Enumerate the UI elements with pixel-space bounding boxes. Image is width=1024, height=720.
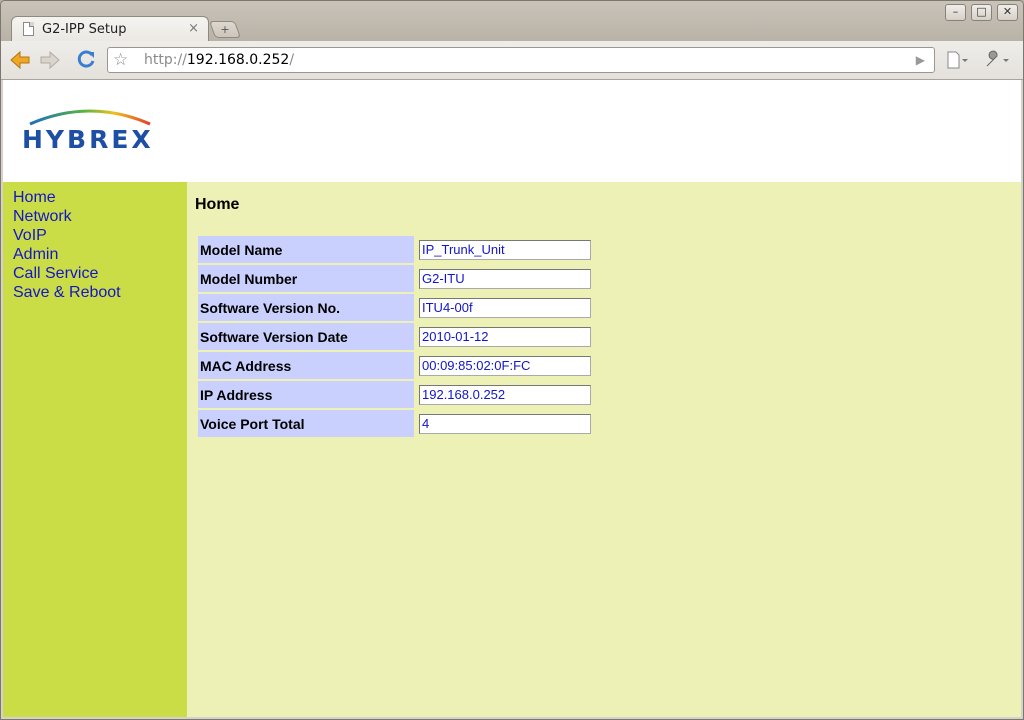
nav-call-service-link[interactable]: Call Service xyxy=(13,264,187,283)
nav-save-reboot-link[interactable]: Save & Reboot xyxy=(13,283,187,302)
table-row: Model Name xyxy=(198,236,599,263)
plus-icon: + xyxy=(220,23,230,36)
main-content: Home Model Name Model Number Software Ve… xyxy=(187,182,1021,717)
table-row: IP Address xyxy=(198,381,599,408)
back-icon[interactable] xyxy=(9,49,31,71)
page-header: HYBREX xyxy=(3,80,1021,182)
table-row: Voice Port Total xyxy=(198,410,599,437)
new-tab-button[interactable]: + xyxy=(208,21,242,38)
browser-window: G2-IPP Setup × + – □ ✕ ☆ http://192.168.… xyxy=(0,0,1024,720)
minimize-button[interactable]: – xyxy=(945,4,966,21)
star-icon[interactable]: ☆ xyxy=(113,50,128,70)
page-viewport: HYBREX Home Network VoIP Admin Call Serv… xyxy=(3,80,1021,717)
software-version-field[interactable] xyxy=(419,297,591,318)
address-bar[interactable]: ☆ http://192.168.0.252/ ▶ xyxy=(107,47,935,73)
field-label: Voice Port Total xyxy=(198,410,414,437)
model-number-field[interactable] xyxy=(419,268,591,289)
reload-icon[interactable] xyxy=(75,49,97,71)
svg-text:HYBREX: HYBREX xyxy=(22,125,154,154)
device-info-table: Model Name Model Number Software Version… xyxy=(196,234,601,439)
ip-address-field[interactable] xyxy=(419,384,591,405)
tab-g2-ipp-setup[interactable]: G2-IPP Setup × xyxy=(11,16,209,42)
table-row: Software Version Date xyxy=(198,323,599,350)
mac-address-field[interactable] xyxy=(419,355,591,376)
nav-network-link[interactable]: Network xyxy=(13,207,187,226)
page-icon xyxy=(23,22,34,36)
table-row: MAC Address xyxy=(198,352,599,379)
tab-close-icon[interactable]: × xyxy=(188,21,199,36)
tab-title: G2-IPP Setup xyxy=(42,22,127,37)
page-menu-icon[interactable] xyxy=(945,49,968,71)
field-label: Model Name xyxy=(198,236,414,263)
nav-admin-link[interactable]: Admin xyxy=(13,245,187,264)
sidebar: Home Network VoIP Admin Call Service Sav… xyxy=(3,182,187,717)
field-label: Model Number xyxy=(198,265,414,292)
forward-icon[interactable] xyxy=(39,49,61,71)
close-window-button[interactable]: ✕ xyxy=(997,4,1018,21)
nav-voip-link[interactable]: VoIP xyxy=(13,226,187,245)
software-date-field[interactable] xyxy=(419,326,591,347)
wrench-icon[interactable] xyxy=(983,49,1009,71)
field-label: MAC Address xyxy=(198,352,414,379)
table-row: Model Number xyxy=(198,265,599,292)
url-text: http://192.168.0.252/ xyxy=(144,52,295,68)
nav-home-link[interactable]: Home xyxy=(13,188,187,207)
go-icon[interactable]: ▶ xyxy=(916,53,925,67)
model-name-field[interactable] xyxy=(419,239,591,260)
voice-port-total-field[interactable] xyxy=(419,413,591,434)
field-label: IP Address xyxy=(198,381,414,408)
maximize-button[interactable]: □ xyxy=(971,4,992,21)
field-label: Software Version No. xyxy=(198,294,414,321)
field-label: Software Version Date xyxy=(198,323,414,350)
hybrex-logo: HYBREX xyxy=(20,104,180,154)
browser-toolbar: ☆ http://192.168.0.252/ ▶ xyxy=(1,41,1023,80)
nav-menu: Home Network VoIP Admin Call Service Sav… xyxy=(3,182,187,302)
page-title: Home xyxy=(195,196,240,213)
table-row: Software Version No. xyxy=(198,294,599,321)
tab-strip: G2-IPP Setup × + – □ ✕ xyxy=(1,1,1023,42)
